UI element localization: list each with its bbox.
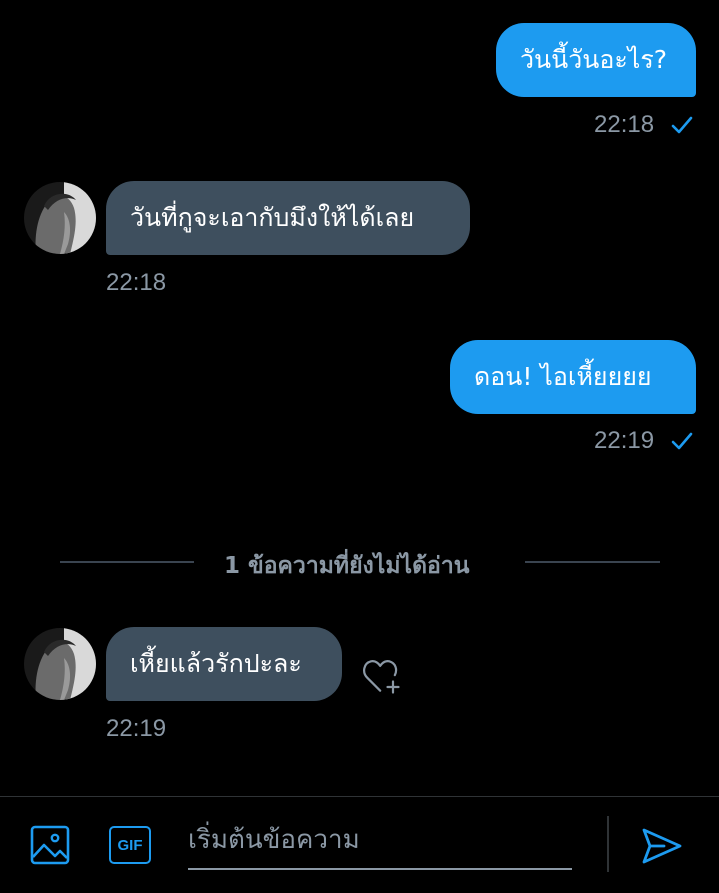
message-bubble-received-2[interactable]: เหี้ยแล้วรักปะละ [106,627,342,701]
message-text: วันที่กูจะเอากับมึงให้ได้เลย [130,203,415,232]
composer-separator [607,816,609,872]
message-input[interactable] [188,812,572,868]
divider-line-left [60,561,194,563]
message-time: 22:19 [594,427,655,454]
gif-label: GIF [117,836,143,854]
gif-button[interactable]: GIF [109,826,151,864]
heart-plus-icon[interactable] [356,654,408,698]
message-bubble-received-1[interactable]: วันที่กูจะเอากับมึงให้ได้เลย [106,181,470,255]
message-text: วันนี้วันอะไร? [520,45,668,74]
unread-divider-label: 1 ข้อความที่ยังไม่ได้อ่าน [224,553,470,579]
message-input-wrap[interactable] [188,812,572,870]
check-icon [671,116,693,134]
message-bubble-sent-1[interactable]: วันนี้วันอะไร? [496,23,696,97]
image-icon[interactable] [30,825,70,865]
message-text: เหี้ยแล้วรักปะละ [130,649,302,678]
message-time: 22:18 [594,111,655,138]
composer-divider [0,796,719,797]
send-icon[interactable] [640,824,684,868]
check-icon [671,432,693,450]
avatar[interactable] [24,182,96,254]
avatar[interactable] [24,628,96,700]
divider-line-right [525,561,660,563]
message-time: 22:18 [106,269,167,296]
message-text: ดอน! ไอเหี้ยยยย [474,362,652,391]
message-time: 22:19 [106,715,167,742]
message-bubble-sent-2[interactable]: ดอน! ไอเหี้ยยยย [450,340,696,414]
